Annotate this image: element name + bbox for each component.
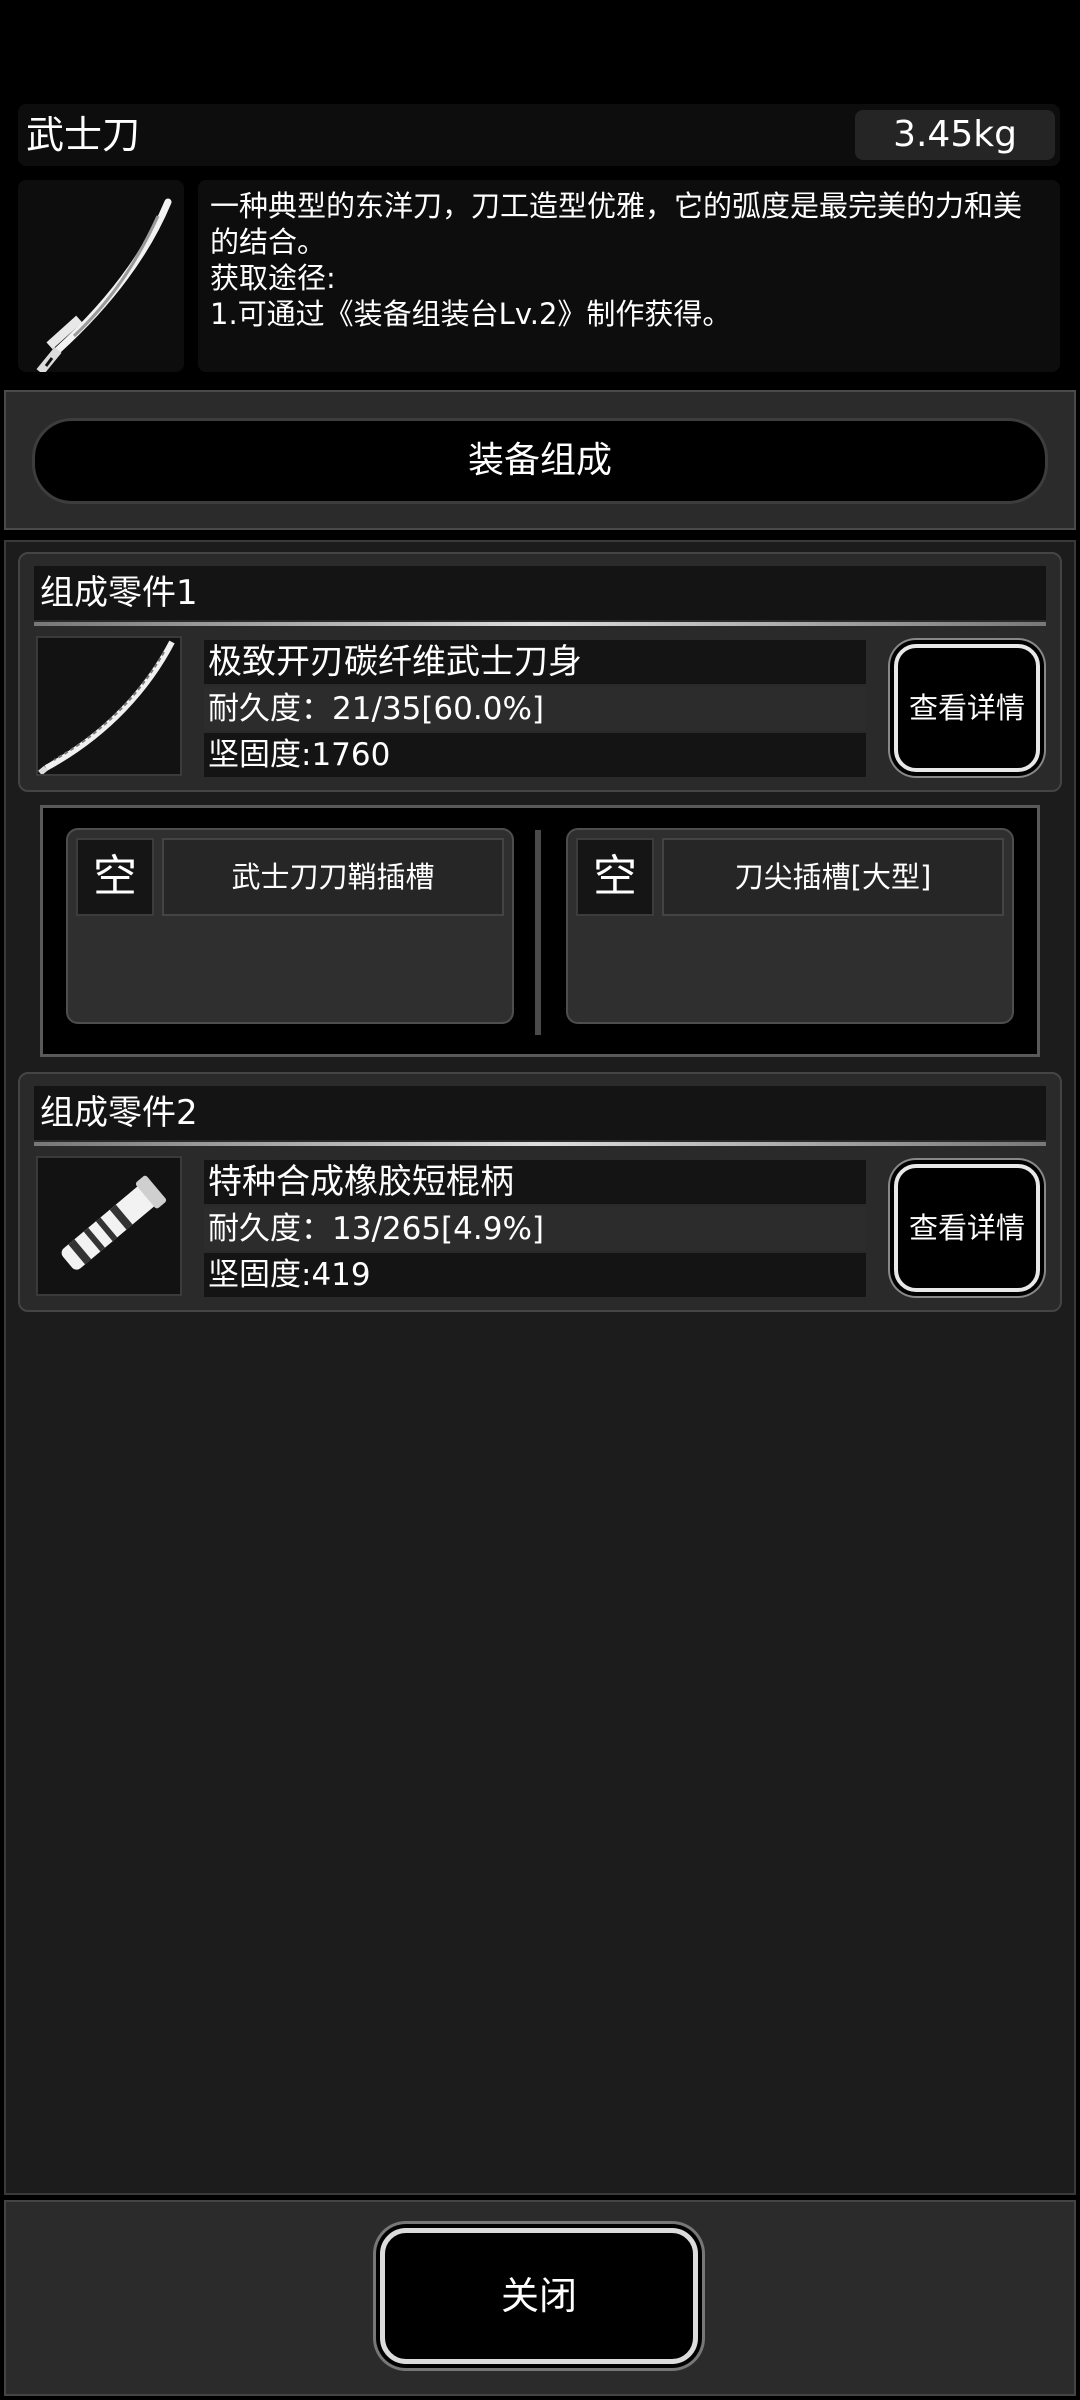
part-2-title: 组成零件2 xyxy=(34,1086,1046,1140)
close-button[interactable]: 关闭 xyxy=(380,2228,698,2364)
description-line: 一种典型的东洋刀，刀工造型优雅，它的弧度是最完美的力和美 xyxy=(210,189,1023,223)
part-1-name: 极致开刃碳纤维武士刀身 xyxy=(204,640,866,684)
part-2-divider xyxy=(34,1142,1046,1146)
part-1-detail-button[interactable]: 查看详情 xyxy=(894,644,1040,772)
item-name: 武士刀 xyxy=(26,113,141,157)
part-1-title: 组成零件1 xyxy=(34,566,1046,620)
rubber-handle-icon xyxy=(61,1175,167,1270)
katana-icon xyxy=(36,198,172,375)
part-1-divider xyxy=(34,622,1046,626)
item-icon-frame xyxy=(18,180,184,375)
composition-tab[interactable]: 装备组成 xyxy=(32,418,1048,504)
part-1-hardness: 坚固度:1760 xyxy=(204,733,866,777)
item-weight: 3.45kg xyxy=(855,110,1055,160)
slot-tip-status: 空 xyxy=(576,838,654,916)
part-1-durability: 耐久度：21/35[60.0%] xyxy=(204,687,866,731)
slot-sheath-status: 空 xyxy=(76,838,154,916)
description-line: 1.可通过《装备组装台Lv.2》制作获得。 xyxy=(210,297,732,331)
item-description: 一种典型的东洋刀，刀工造型优雅，它的弧度是最完美的力和美 的结合。 获取途径: … xyxy=(198,180,1060,372)
part-1-thumbnail xyxy=(36,636,182,776)
slot-divider xyxy=(535,830,541,1035)
description-line: 的结合。 xyxy=(210,225,327,259)
slot-sheath-label: 武士刀刀鞘插槽 xyxy=(162,838,504,916)
part-2-hardness: 坚固度:419 xyxy=(204,1253,866,1297)
part-2-name: 特种合成橡胶短棍柄 xyxy=(204,1160,866,1204)
part-2-durability: 耐久度：13/265[4.9%] xyxy=(204,1207,866,1251)
katana-blade-icon xyxy=(38,640,175,776)
slot-tip-label: 刀尖插槽[大型] xyxy=(662,838,1004,916)
part-2-thumbnail xyxy=(36,1156,182,1296)
part-2-detail-button[interactable]: 查看详情 xyxy=(894,1164,1040,1292)
description-line: 获取途径: xyxy=(210,261,336,295)
